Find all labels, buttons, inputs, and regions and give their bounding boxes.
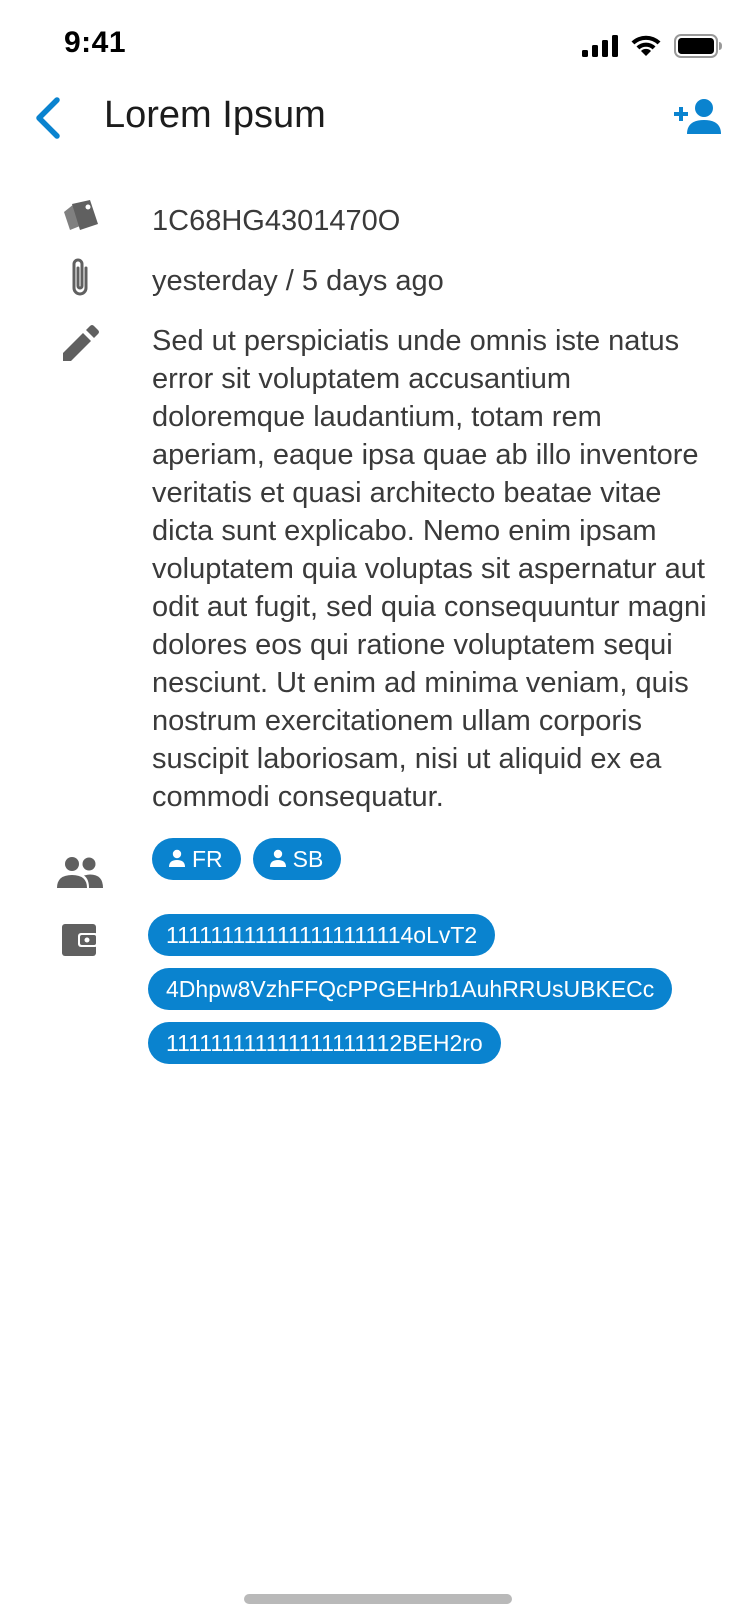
record-date: yesterday / 5 days ago (152, 265, 444, 297)
description-row: Sed ut perspiciatis unde omnis iste natu… (0, 310, 750, 816)
nav-bar: Lorem Ipsum (0, 82, 750, 158)
person-chip-sb[interactable]: SB (252, 838, 342, 880)
people-icon (56, 848, 104, 896)
tags-icon (56, 192, 104, 240)
status-icons (582, 34, 722, 63)
id-row: 1C68HG4301470O (0, 190, 750, 250)
cellular-signal-icon (582, 35, 618, 62)
wifi-icon (630, 34, 662, 63)
add-person-icon (674, 98, 722, 139)
date-row: yesterday / 5 days ago (0, 250, 750, 310)
person-chip-fr[interactable]: FR (152, 838, 241, 880)
paperclip-icon (56, 254, 104, 302)
wallet-chip[interactable]: 111111111111111111112BEH2ro (148, 1022, 501, 1064)
page-title: Lorem Ipsum (104, 94, 326, 136)
wallet-chips: 1111111111111111111114oLvT2 4Dhpw8VzhFFQ… (148, 914, 750, 1064)
person-chip-label: SB (292, 845, 324, 872)
chevron-left-icon (33, 96, 63, 145)
record-description: Sed ut perspiciatis unde omnis iste natu… (152, 325, 707, 813)
back-button[interactable] (26, 92, 70, 148)
battery-icon (674, 34, 722, 63)
person-chip-label: FR (192, 845, 223, 872)
pencil-icon (56, 320, 104, 368)
wallet-chip[interactable]: 1111111111111111111114oLvT2 (148, 914, 496, 956)
home-indicator[interactable] (244, 1594, 512, 1604)
people-row: FR SB (0, 838, 750, 902)
person-icon (168, 846, 186, 873)
detail-content: 1C68HG4301470O yesterday / 5 days ago Se… (0, 190, 750, 1064)
add-person-button[interactable] (672, 92, 724, 144)
wallets-row: 1111111111111111111114oLvT2 4Dhpw8VzhFFQ… (0, 914, 750, 1064)
person-icon (269, 846, 287, 873)
wallet-chip[interactable]: 4Dhpw8VzhFFQcPPGEHrb1AuhRRUsUBKECc (148, 968, 673, 1010)
record-id: 1C68HG4301470O (152, 205, 401, 237)
people-chips: FR SB (152, 838, 750, 880)
status-time: 9:41 (64, 26, 127, 59)
wallet-icon (56, 916, 104, 964)
